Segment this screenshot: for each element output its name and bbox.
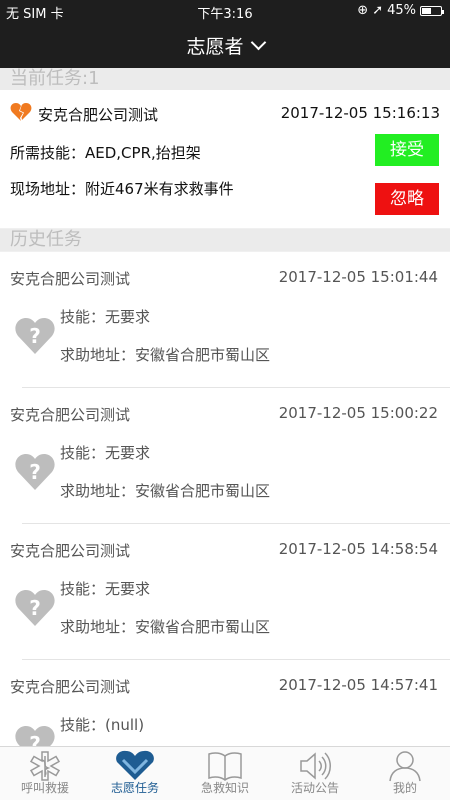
speaker-icon — [300, 752, 331, 780]
tab-label: 活动公告 — [290, 781, 339, 795]
book-icon — [208, 752, 242, 781]
tab-first-aid-knowledge[interactable]: 急救知识 — [180, 747, 270, 800]
question-heart-icon: ? — [15, 590, 55, 626]
tab-mine[interactable]: 我的 — [360, 747, 450, 800]
tab-label: 急救知识 — [200, 781, 249, 795]
user-icon — [389, 751, 421, 782]
history-task-time: 2017-12-05 15:01:44 — [278, 268, 438, 286]
history-skill: 技能：无要求 — [60, 308, 151, 326]
required-skills: 所需技能：AED,CPR,抬担架 — [10, 144, 201, 162]
history-task-time: 2017-12-05 14:57:41 — [278, 676, 438, 694]
history-task-time: 2017-12-05 15:00:22 — [278, 404, 438, 422]
blue-heart-icon — [116, 750, 154, 780]
history-task-time: 2017-12-05 14:58:54 — [278, 540, 438, 558]
status-right: ⊕ ➚ 45% — [357, 3, 444, 18]
history-task-name: 安克合肥公司测试 — [10, 678, 131, 696]
tab-label: 志愿任务 — [110, 781, 159, 795]
battery-icon — [420, 5, 444, 16]
history-address: 求助地址：安徽省合肥市蜀山区 — [60, 482, 271, 500]
history-address: 求助地址：安徽省合肥市蜀山区 — [60, 618, 271, 636]
task-name: 安克合肥公司测试 — [38, 106, 159, 124]
tab-bar: 呼叫救援 志愿任务 急救知识 活动公告 我的 — [0, 746, 450, 800]
tab-call-rescue[interactable]: 呼叫救援 — [0, 747, 90, 800]
question-heart-icon: ? — [15, 726, 55, 746]
history-item[interactable]: 安克合肥公司测试 2017-12-05 14:57:41 ? 技能：(null) — [0, 660, 450, 746]
svg-text:?: ? — [29, 460, 41, 484]
scene-address: 现场地址：附近467米有求救事件 — [10, 180, 234, 198]
battery-percent: 45% — [387, 3, 416, 18]
current-task-header: 当前任务:1 — [0, 68, 450, 90]
history-header: 历史任务 — [0, 229, 450, 251]
nav-title-dropdown[interactable]: 志愿者 — [0, 22, 450, 68]
svg-text:?: ? — [29, 324, 41, 348]
question-heart-icon: ? — [15, 454, 55, 490]
svg-text:?: ? — [29, 596, 41, 620]
history-task-name: 安克合肥公司测试 — [10, 542, 131, 560]
task-time: 2017-12-05 15:16:13 — [280, 104, 440, 122]
tab-label: 我的 — [392, 781, 417, 795]
accept-button[interactable]: 接受 — [375, 134, 439, 166]
history-skill: 技能：无要求 — [60, 444, 151, 462]
status-bar: 无 SIM 卡 下午3:16 ⊕ ➚ 45% — [0, 0, 450, 22]
history-list[interactable]: 安克合肥公司测试 2017-12-05 15:01:44 ? 技能：无要求 求助… — [0, 252, 450, 746]
history-item[interactable]: 安克合肥公司测试 2017-12-05 15:01:44 ? 技能：无要求 求助… — [0, 252, 450, 388]
tab-announcements[interactable]: 活动公告 — [270, 747, 360, 800]
broken-heart-icon — [10, 103, 32, 121]
history-item[interactable]: 安克合肥公司测试 2017-12-05 14:58:54 ? 技能：无要求 求助… — [0, 524, 450, 660]
orientation-lock-icon: ⊕ — [357, 3, 369, 18]
tab-label: 呼叫救援 — [20, 781, 69, 795]
history-task-name: 安克合肥公司测试 — [10, 406, 131, 424]
location-icon: ➚ — [372, 3, 384, 18]
history-task-name: 安克合肥公司测试 — [10, 270, 131, 288]
svg-text:?: ? — [29, 732, 41, 746]
chevron-down-icon — [250, 34, 266, 50]
ignore-button[interactable]: 忽略 — [375, 183, 439, 215]
tab-volunteer-tasks[interactable]: 志愿任务 — [90, 747, 180, 800]
page-title: 志愿者 — [186, 35, 244, 58]
history-item[interactable]: 安克合肥公司测试 2017-12-05 15:00:22 ? 技能：无要求 求助… — [0, 388, 450, 524]
history-skill: 技能：无要求 — [60, 580, 151, 598]
history-skill: 技能：(null) — [60, 716, 145, 734]
medical-star-icon — [29, 751, 61, 781]
history-address: 求助地址：安徽省合肥市蜀山区 — [60, 346, 271, 364]
question-heart-icon: ? — [15, 318, 55, 354]
